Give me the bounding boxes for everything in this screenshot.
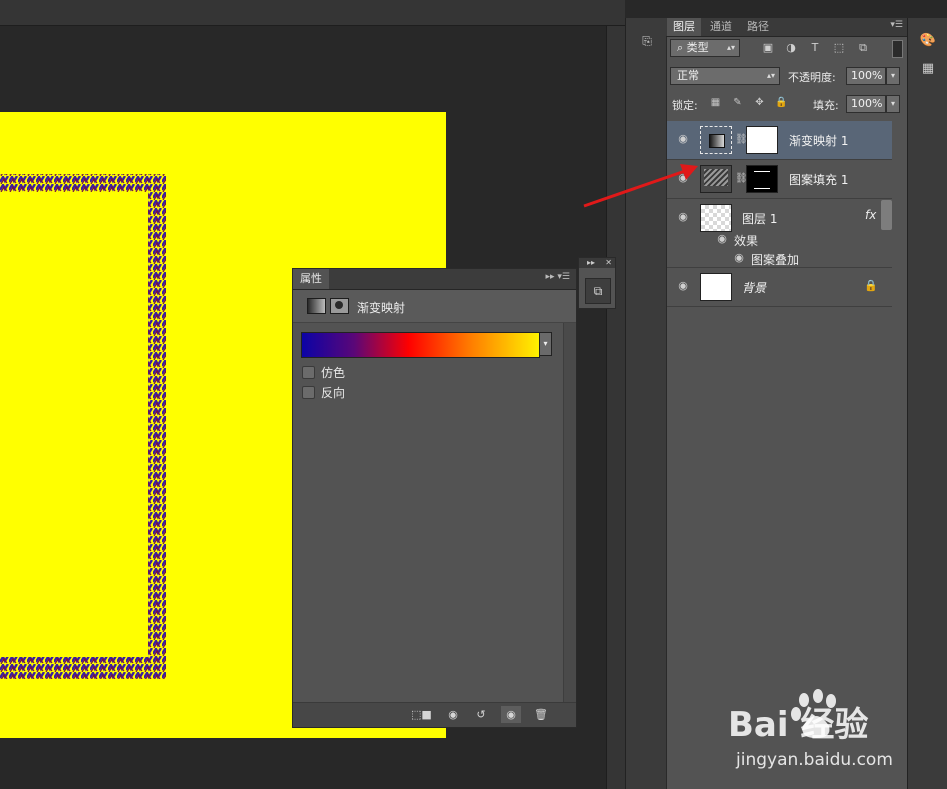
tab-properties[interactable]: 属性 [293, 269, 329, 289]
chevron-down-icon: ▴▾ [726, 43, 735, 52]
gradient-dropdown-button[interactable]: ▾ [539, 332, 552, 356]
reset-icon[interactable]: ↺ [471, 706, 491, 723]
reverse-checkbox[interactable] [302, 386, 315, 399]
layers-tab-bar: 图层 通道 路径 ▾☰ [666, 18, 907, 37]
swatches-grid-icon[interactable]: ▦ [918, 60, 938, 78]
close-icon[interactable]: ✕ [605, 258, 612, 267]
fill-label: 填充: [813, 99, 839, 112]
opacity-label: 不透明度: [788, 71, 836, 84]
opacity-dropdown[interactable]: ▾ [886, 67, 900, 85]
watermark-url: jingyan.baidu.com [736, 750, 893, 770]
filter-kind-value: 类型 [686, 41, 709, 54]
blend-mode-select[interactable]: 正常 ▴▾ [670, 67, 780, 85]
properties-panel-icon[interactable]: ⧉ [585, 278, 611, 304]
annotation-arrow [583, 164, 698, 208]
shape-filter-icon[interactable]: ⬚ [832, 41, 846, 55]
adjustment-title: 渐变映射 [357, 301, 406, 315]
pixel-filter-icon[interactable]: ▣ [761, 41, 775, 55]
tab-paths[interactable]: 路径 [741, 18, 775, 36]
adjustment-filter-icon[interactable]: ◑ [784, 41, 798, 55]
link-chain-icon[interactable]: ⛓ [735, 172, 748, 186]
visibility-eye-icon[interactable]: ◉ [676, 279, 690, 293]
lock-brush-icon[interactable]: ✎ [731, 96, 744, 109]
panel-menu-icon[interactable]: ▸▸ ▾☰ [546, 272, 570, 282]
pattern-overlay-label: 图案叠加 [751, 253, 800, 267]
layer-row-gradient-map[interactable]: ◉ ⛓ 渐变映射 1 [667, 121, 892, 160]
lock-all-icon[interactable]: 🔒 [775, 96, 788, 109]
view-previous-state-icon[interactable]: ◉ [443, 706, 463, 723]
tab-channels[interactable]: 通道 [704, 18, 738, 36]
gradient-picker[interactable] [301, 332, 540, 358]
dither-label: 仿色 [321, 366, 346, 380]
pattern-overlay-eye-icon[interactable]: ◉ [732, 251, 746, 265]
layer-row-background[interactable]: ◉ 背景 🔒 [667, 268, 892, 307]
properties-panel-header: 属性 ▸▸ ▾☰ [293, 269, 576, 290]
layer-name: 渐变映射 1 [789, 134, 849, 148]
fill-input[interactable]: 100% [846, 95, 886, 113]
lock-label: 锁定: [672, 99, 698, 112]
opacity-input[interactable]: 100% [846, 67, 886, 85]
gradient-map-icon [307, 298, 326, 314]
adjustment-thumbnail[interactable] [700, 126, 732, 154]
type-filter-icon[interactable]: T [808, 41, 822, 55]
reverse-label: 反向 [321, 386, 346, 400]
floating-panel-header: ▸▸ ✕ [579, 258, 615, 268]
layer-thumbnail[interactable] [700, 273, 732, 301]
effects-eye-icon[interactable]: ◉ [715, 232, 729, 246]
layer-filter-select[interactable]: ⌕ 类型 ▴▾ [670, 39, 740, 57]
layer-name: 图层 1 [742, 212, 778, 226]
canvas-vertical-scrollbar[interactable] [606, 26, 626, 789]
link-chain-icon[interactable]: ⛓ [735, 133, 748, 147]
properties-footer: ⬚■ ◉ ↺ ◉ 🗑 [293, 702, 576, 727]
dither-checkbox[interactable] [302, 366, 315, 379]
visibility-eye-icon[interactable]: ◉ [676, 132, 690, 146]
watermark-brand: Bai 经验 [728, 705, 868, 745]
lock-icon: 🔒 [864, 279, 878, 292]
adjustment-type-row: 渐变映射 [293, 290, 576, 323]
blend-mode-value: 正常 [677, 69, 699, 82]
lock-transparent-icon[interactable]: ▦ [709, 96, 722, 109]
document-tab-bar [0, 0, 625, 26]
mask-icon[interactable] [330, 298, 349, 314]
layer-mask-thumbnail[interactable] [746, 126, 778, 154]
chevron-down-icon: ▴▾ [766, 71, 775, 80]
history-icon[interactable]: ⎘ [638, 32, 656, 50]
layer-name: 图案填充 1 [789, 173, 849, 187]
palette-icon[interactable]: 🎨 [918, 32, 938, 50]
collapsed-panel-dock: ⎘ [625, 18, 667, 789]
layer-name: 背景 [742, 281, 767, 295]
filter-toggle[interactable] [892, 40, 903, 58]
smart-object-filter-icon[interactable]: ⧉ [856, 41, 870, 55]
floating-panel: ▸▸ ✕ ⧉ [578, 257, 616, 309]
trash-icon[interactable]: 🗑 [531, 706, 551, 723]
clip-to-layer-icon[interactable]: ⬚■ [411, 706, 432, 723]
properties-panel: 属性 ▸▸ ▾☰ 渐变映射 ▾ 仿色 反向 ⬚■ ◉ ↺ ◉ 🗑 [292, 268, 577, 728]
tab-layers[interactable]: 图层 [667, 18, 701, 36]
collapse-icon[interactable]: ▸▸ [587, 258, 595, 267]
visibility-eye-icon[interactable]: ◉ [501, 706, 521, 723]
properties-scrollbar[interactable] [563, 323, 576, 703]
layers-panel-menu-icon[interactable]: ▾☰ [890, 20, 903, 30]
effects-label: 效果 [734, 234, 759, 248]
fx-badge[interactable]: fx [865, 208, 876, 222]
right-panel-dock: 🎨 ▦ [907, 18, 947, 789]
lock-position-icon[interactable]: ✥ [753, 96, 766, 109]
search-icon: ⌕ [677, 41, 687, 54]
fill-dropdown[interactable]: ▾ [886, 95, 900, 113]
layer-mask-thumbnail[interactable] [746, 165, 778, 193]
layers-scrollbar-thumb[interactable] [881, 200, 892, 230]
